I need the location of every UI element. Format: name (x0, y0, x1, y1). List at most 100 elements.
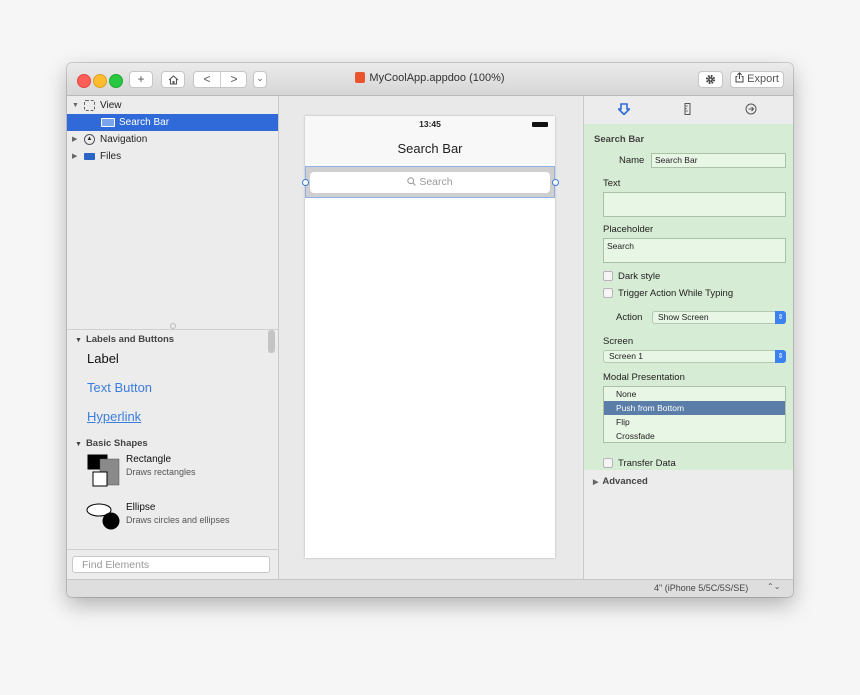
text-label: Text (603, 178, 621, 189)
title-bar: + < > ⌄ MyCoolApp.appdoo (100%) Export (67, 63, 793, 96)
placeholder-label: Placeholder (603, 224, 654, 235)
status-time: 13:45 (419, 119, 441, 129)
placeholder-field[interactable]: Search (603, 238, 786, 263)
section-label: Basic Shapes (85, 438, 148, 449)
link-tab-icon[interactable] (745, 103, 757, 115)
library-item-ellipse[interactable]: Ellipse Draws circles and ellipses (67, 500, 267, 536)
popup-arrows-icon: ⇕ (775, 350, 786, 363)
screen-select-value: Screen 1 (609, 351, 644, 361)
section-label: Labels and Buttons (85, 334, 175, 345)
library-item-label[interactable]: Label (87, 351, 119, 366)
window-title: MyCoolApp.appdoo (100%) (67, 72, 793, 84)
popup-arrows-icon: ⇕ (775, 311, 786, 324)
battery-icon (532, 122, 548, 127)
advanced-label: Advanced (602, 476, 648, 487)
search-field[interactable]: Search (310, 172, 550, 193)
ellipse-icon (86, 503, 120, 530)
phone-screen[interactable]: 13:45 Search Bar Search (305, 116, 555, 558)
folder-icon (84, 153, 95, 160)
tree-item-label: Files (100, 151, 122, 162)
library-scrollbar-thumb[interactable] (268, 330, 275, 353)
transfer-data-checkbox[interactable] (603, 458, 613, 468)
document-icon (355, 72, 366, 83)
window-title-text: MyCoolApp.appdoo (100%) (369, 72, 505, 84)
text-field[interactable] (603, 192, 786, 217)
ellipse-title: Ellipse (126, 502, 156, 513)
advanced-section-toggle[interactable]: ▶ Advanced (593, 476, 648, 487)
library-section-labels-buttons[interactable]: ▼ Labels and Buttons (75, 334, 174, 345)
element-library: ▼ Labels and Buttons Label Text Button Hy… (67, 329, 278, 548)
dark-style-checkbox[interactable] (603, 271, 613, 281)
disclosure-closed-icon[interactable]: ▶ (72, 131, 77, 148)
disclosure-open-icon[interactable]: ▼ (72, 97, 79, 114)
list-item[interactable]: Crossfade (604, 429, 785, 443)
design-canvas[interactable]: 13:45 Search Bar Search (279, 96, 582, 579)
inspector-tabs (584, 96, 793, 124)
tree-item-label: Search Bar (119, 117, 170, 128)
list-item-selected[interactable]: Push from Bottom (604, 401, 785, 415)
tree-item-label: Navigation (100, 134, 148, 145)
search-icon (407, 177, 417, 186)
device-stepper-icon[interactable]: ⌃⌄ (767, 582, 780, 591)
inspector-properties: Search Bar Name Search Bar Text Placehol… (584, 124, 793, 470)
disclosure-open-icon: ▼ (75, 337, 82, 344)
search-bar-element[interactable]: Search (305, 166, 555, 198)
tree-item-navigation[interactable]: ▶ ▲ Navigation (67, 131, 278, 148)
element-tree: ▼ View Search Bar ▶ ▲ Navigation ▶ Files (67, 96, 278, 321)
nav-title: Search Bar (397, 141, 463, 156)
disclosure-closed-icon: ▶ (593, 479, 599, 486)
divider (67, 549, 278, 550)
action-label: Action (616, 312, 643, 323)
export-button[interactable]: Export (730, 71, 784, 88)
library-item-text-button[interactable]: Text Button (87, 380, 152, 395)
library-section-basic-shapes[interactable]: ▼ Basic Shapes (75, 438, 148, 449)
list-item[interactable]: None (604, 387, 785, 401)
resize-handle-left[interactable] (302, 179, 309, 186)
action-select-value: Show Screen (658, 312, 709, 322)
inspector-section-title: Search Bar (594, 134, 645, 145)
inspector-panel: Search Bar Name Search Bar Text Placehol… (583, 96, 793, 579)
resize-handle-right[interactable] (552, 179, 559, 186)
library-item-hyperlink[interactable]: Hyperlink (87, 409, 141, 424)
rectangle-icon (87, 454, 120, 487)
export-label: Export (747, 73, 779, 85)
screen-label: Screen (603, 336, 634, 347)
view-icon (84, 100, 95, 111)
left-sidebar: ▼ View Search Bar ▶ ▲ Navigation ▶ Files… (67, 96, 279, 579)
tree-item-files[interactable]: ▶ Files (67, 148, 278, 165)
search-bar-icon (101, 118, 115, 127)
modal-presentation-label: Modal Presentation (603, 372, 685, 383)
transfer-data-label: Transfer Data (618, 458, 676, 469)
tree-item-view[interactable]: ▼ View (67, 97, 278, 114)
app-window: + < > ⌄ MyCoolApp.appdoo (100%) Export ▼… (67, 63, 793, 597)
device-selector[interactable]: 4" (iPhone 5/5C/5S/SE) (654, 583, 748, 593)
settings-button[interactable] (698, 71, 723, 88)
device-label: 4" (iPhone 5/5C/5S/SE) (654, 583, 749, 593)
rectangle-title: Rectangle (126, 454, 172, 465)
action-select[interactable]: Show Screen ⇕ (652, 311, 786, 324)
list-item[interactable]: Flip (604, 415, 785, 429)
search-placeholder: Search (419, 176, 453, 188)
modal-presentation-list[interactable]: None Push from Bottom Flip Crossfade (603, 386, 786, 443)
dark-style-label: Dark style (618, 271, 661, 282)
disclosure-closed-icon[interactable]: ▶ (72, 148, 77, 165)
ruler-tab-icon[interactable] (684, 103, 692, 115)
screen-select[interactable]: Screen 1 ⇕ (603, 350, 786, 363)
gear-icon (705, 74, 716, 85)
name-label: Name (619, 155, 645, 166)
ellipse-description: Draws circles and ellipses (126, 515, 230, 525)
trigger-action-checkbox[interactable] (603, 288, 613, 298)
status-bar: 4" (iPhone 5/5C/5S/SE) ⌃⌄ (67, 579, 793, 597)
trigger-action-label: Trigger Action While Typing (618, 288, 734, 299)
share-icon (735, 72, 744, 83)
find-elements-input[interactable]: Find Elements (72, 556, 270, 573)
tree-item-label: View (100, 100, 122, 111)
library-item-rectangle[interactable]: Rectangle Draws rectangles (67, 452, 267, 490)
disclosure-open-icon: ▼ (75, 441, 82, 448)
navigation-bar: 13:45 Search Bar (305, 116, 555, 166)
name-field[interactable]: Search Bar (651, 153, 786, 168)
navigation-icon: ▲ (84, 134, 95, 145)
rectangle-description: Draws rectangles (126, 467, 196, 477)
properties-tab-icon[interactable] (618, 103, 630, 115)
tree-item-search-bar[interactable]: Search Bar (67, 114, 278, 131)
